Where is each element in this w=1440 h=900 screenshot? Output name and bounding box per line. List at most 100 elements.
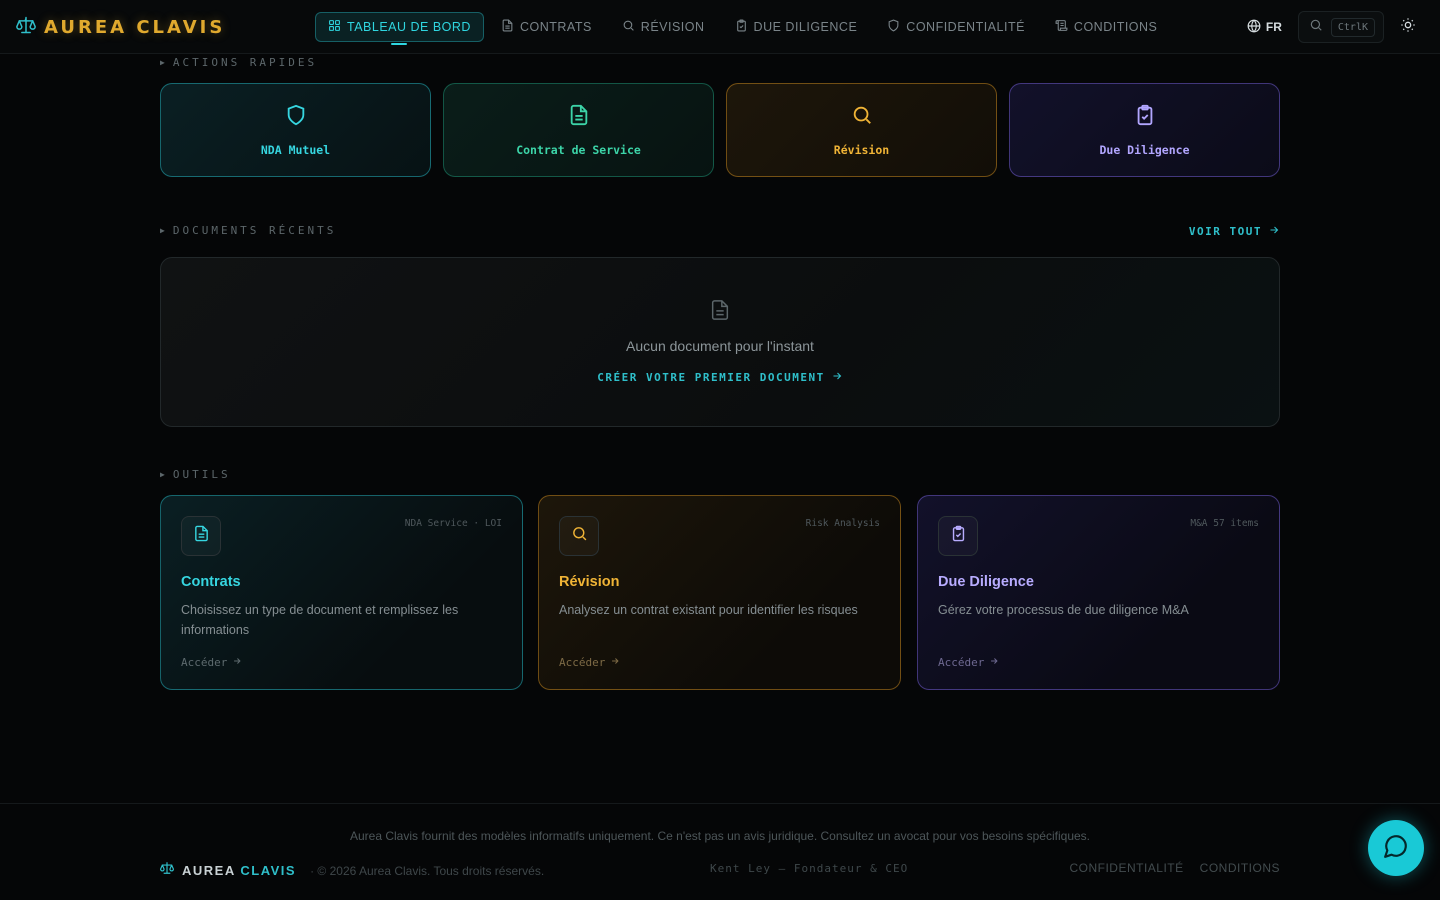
arrow-right-icon [610,656,620,669]
tool-icon-box [181,516,221,556]
triangle-icon: ▶ [160,58,165,67]
search-icon [571,525,588,547]
tool-card-review[interactable]: Risk Analysis Révision Analysez un contr… [538,495,901,690]
footer-links: CONFIDENTIALITÉ CONDITIONS [1069,861,1280,875]
footer-brand-second: CLAVIS [240,863,297,878]
top-right-controls: FR CtrlK [1241,11,1422,43]
shield-icon [285,104,307,131]
nav-tab-terms[interactable]: CONDITIONS [1042,12,1170,42]
footer-brand[interactable]: AUREA CLAVIS · © 2026 Aurea Clavis. Tous… [160,861,544,880]
nav-tab-label: CONTRATS [519,20,592,34]
search-icon [622,19,635,35]
search-shortcut-badge: CtrlK [1330,17,1375,37]
quick-action-service-contract[interactable]: Contrat de Service [443,83,714,177]
tool-link-label: Accéder [938,656,985,669]
chat-bubble-icon [1383,833,1409,864]
brand-logo[interactable]: AUREA CLAVIS [16,15,225,39]
quick-actions-heading: ▶ ACTIONS RAPIDES [160,56,317,69]
nav-tab-label: RÉVISION [640,20,705,34]
scroll-icon [1055,19,1068,35]
tools-heading: ▶ OUTILS [160,468,231,481]
create-link-label: CRÉER VOTRE PREMIER DOCUMENT [597,371,825,384]
tool-tag: NDA Service · LOI [404,518,502,529]
clipboard-check-icon [950,525,967,547]
scales-icon [160,861,174,880]
nav-tab-label: TABLEAU DE BORD [347,20,471,34]
footer-link-privacy[interactable]: CONFIDENTIALITÉ [1069,861,1183,875]
tool-icon-box [938,516,978,556]
nav-tab-dashboard[interactable]: TABLEAU DE BORD [315,12,484,45]
tool-description: Analysez un contrat existant pour identi… [559,603,858,617]
tool-access-link[interactable]: Accéder [559,656,620,669]
clipboard-check-icon [735,19,748,35]
empty-state-text: Aucun document pour l'instant [626,338,814,354]
see-all-label: VOIR TOUT [1188,225,1262,238]
tool-description: Choisissez un type de document et rempli… [181,603,459,637]
main-nav: TABLEAU DE BORD CONTRATS RÉVISION DUE DI… [315,12,1170,45]
globe-icon [1247,19,1261,36]
document-icon [709,299,731,326]
footer-brand-name: AUREA CLAVIS [182,863,296,878]
triangle-icon: ▶ [160,470,165,479]
clipboard-check-icon [1134,104,1156,131]
create-first-document-link[interactable]: CRÉER VOTRE PREMIER DOCUMENT [597,370,842,385]
nav-tab-privacy[interactable]: CONFIDENTIALITÉ [874,12,1038,42]
search-button[interactable]: CtrlK [1297,11,1384,43]
language-label: FR [1265,20,1282,34]
legal-disclaimer: Aurea Clavis fournit des modèles informa… [349,829,1091,843]
tool-title: Révision [559,574,620,590]
nav-tab-due-diligence[interactable]: DUE DILIGENCE [722,12,871,42]
quick-action-label: NDA Mutuel [260,142,331,157]
nav-tab-label: CONFIDENTIALITÉ [906,20,1025,34]
tool-icon-box [559,516,599,556]
triangle-icon: ▶ [160,226,165,235]
arrow-right-icon [831,370,843,385]
quick-action-label: Révision [833,142,890,157]
nav-tab-label: DUE DILIGENCE [753,20,858,34]
arrow-right-icon [232,656,242,669]
tool-title: Due Diligence [938,574,1034,590]
founder-credit: Kent Ley — Fondateur & CEO [710,862,909,875]
quick-action-label: Contrat de Service [516,142,641,157]
nav-tab-contracts[interactable]: CONTRATS [488,12,605,42]
footer-link-terms[interactable]: CONDITIONS [1200,861,1280,875]
theme-toggle-button[interactable] [1394,13,1422,41]
quick-actions-row: NDA Mutuel Contrat de Service Révision D… [160,83,1280,177]
document-icon [193,525,210,547]
footer-brand-first: AUREA [182,863,236,878]
quick-action-nda[interactable]: NDA Mutuel [160,83,431,177]
search-icon [1309,18,1323,37]
tool-link-label: Accéder [559,656,606,669]
arrow-right-icon [1268,224,1280,239]
shield-icon [887,19,900,35]
tool-card-contracts[interactable]: NDA Service · LOI Contrats Choisissez un… [160,495,523,690]
chat-button[interactable] [1368,820,1424,876]
nav-tab-label: CONDITIONS [1073,20,1158,34]
tool-access-link[interactable]: Accéder [181,656,242,669]
dashboard-icon [328,19,341,35]
scales-icon [16,15,36,40]
section-title: ACTIONS RAPIDES [172,56,318,69]
language-switcher[interactable]: FR [1241,19,1288,36]
nav-tab-review[interactable]: RÉVISION [609,12,718,42]
see-all-link[interactable]: VOIR TOUT [1189,224,1280,239]
tool-card-due-diligence[interactable]: M&A 57 items Due Diligence Gérez votre p… [917,495,1280,690]
tool-tag: M&A 57 items [1190,518,1259,529]
page-footer: Aurea Clavis fournit des modèles informa… [0,803,1440,900]
brand-name: AUREA CLAVIS [44,16,226,38]
tool-access-link[interactable]: Accéder [938,656,999,669]
quick-action-review[interactable]: Révision [726,83,997,177]
arrow-right-icon [989,656,999,669]
recent-documents-empty-state: Aucun document pour l'instant CRÉER VOTR… [160,257,1280,427]
recent-documents-heading: ▶ DOCUMENTS RÉCENTS [160,224,336,237]
quick-action-due-diligence[interactable]: Due Diligence [1009,83,1280,177]
copyright-text: · © 2026 Aurea Clavis. Tous droits réser… [310,863,545,878]
document-icon [501,19,514,35]
quick-action-label: Due Diligence [1099,142,1190,157]
tool-tag: Risk Analysis [805,518,880,529]
tool-description: Gérez votre processus de due diligence M… [938,603,1189,617]
section-title: DOCUMENTS RÉCENTS [172,224,337,237]
sun-icon [1400,17,1416,38]
top-navigation-bar: AUREA CLAVIS TABLEAU DE BORD CONTRATS RÉ… [0,0,1440,54]
tool-title: Contrats [181,574,241,590]
